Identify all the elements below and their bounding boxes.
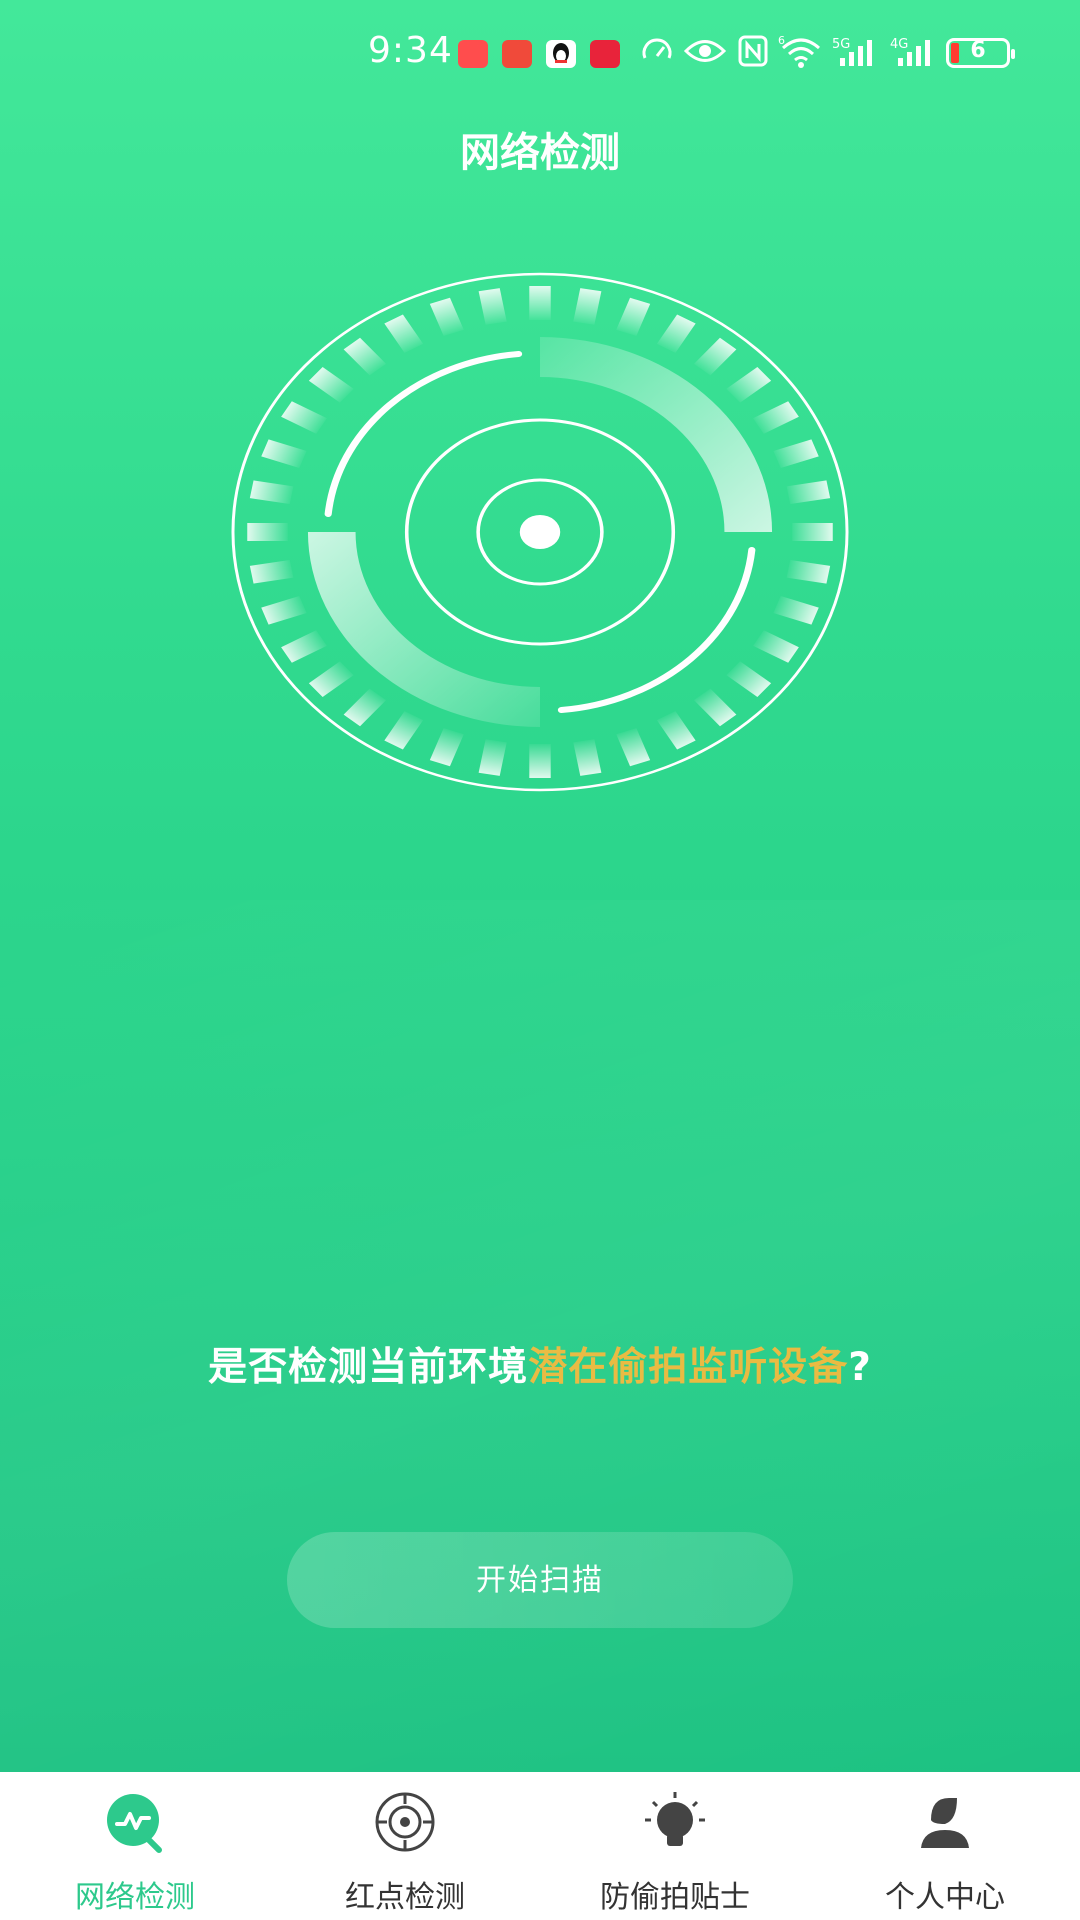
tick-segment xyxy=(773,596,819,625)
tick-segment xyxy=(726,661,772,698)
nfc-icon xyxy=(738,34,768,79)
signal-4g-label: 4G xyxy=(890,37,908,52)
bottom-nav: 网络检测 红点检测 防偷拍贴士 个人中心 xyxy=(0,1772,1080,1920)
tick-segment xyxy=(384,711,424,750)
tick-segment xyxy=(693,688,737,727)
red-envelope-icon xyxy=(502,40,532,68)
signal-5g-icon: 5G xyxy=(832,34,880,81)
tick-segment xyxy=(261,596,307,625)
wifi-icon: 6 xyxy=(778,34,824,81)
battery-level: 6 xyxy=(970,38,986,63)
tick-segment xyxy=(529,744,551,778)
tick-segment xyxy=(343,337,387,376)
tick-segment xyxy=(429,297,464,336)
crosshair-icon xyxy=(375,1792,435,1852)
tick-segment xyxy=(281,630,327,663)
tick-segment xyxy=(308,366,354,403)
user-icon xyxy=(921,1798,969,1848)
tick-segment xyxy=(656,711,696,750)
tick-segment xyxy=(726,366,772,403)
tick-segment xyxy=(773,439,819,468)
nav-item-personal-center[interactable]: 个人中心 xyxy=(810,1772,1080,1920)
nav-label: 网络检测 xyxy=(75,1880,195,1915)
video-app-icon xyxy=(590,40,620,68)
network-check-icon xyxy=(107,1794,162,1853)
prompt-prefix: 是否检测当前环境 xyxy=(208,1345,529,1390)
tick-segment xyxy=(656,314,696,353)
nav-label: 防偷拍贴士 xyxy=(600,1880,750,1915)
battery-icon: 6 xyxy=(946,38,1015,68)
scan-prompt: 是否检测当前环境潜在偷拍监听设备? xyxy=(0,1336,1080,1392)
tick-segment xyxy=(693,337,737,376)
scan-arc-lower xyxy=(307,532,540,727)
signal-5g-label: 5G xyxy=(832,37,850,52)
radar-scanner-graphic xyxy=(231,272,849,792)
tick-segment xyxy=(529,286,551,320)
tick-segment xyxy=(384,314,424,353)
eye-icon xyxy=(683,34,727,79)
notification-app-icon xyxy=(458,40,488,68)
tick-segment xyxy=(429,728,464,767)
nav-label: 红点检测 xyxy=(345,1880,465,1915)
speedometer-icon xyxy=(640,34,674,79)
tick-segment xyxy=(249,480,294,505)
page-title: 网络检测 xyxy=(460,130,620,176)
tick-segment xyxy=(616,728,651,767)
tick-segment xyxy=(343,688,387,727)
tick-segment xyxy=(247,523,288,541)
lightbulb-icon xyxy=(645,1792,705,1846)
status-time: 9:34 xyxy=(368,30,453,71)
start-scan-button[interactable]: 开始扫描 xyxy=(287,1532,793,1628)
tick-segment xyxy=(261,439,307,468)
thin-arc-upper xyxy=(324,351,523,517)
tick-segment xyxy=(281,401,327,434)
nav-item-network-check[interactable]: 网络检测 xyxy=(0,1772,270,1920)
tick-segment xyxy=(573,288,602,325)
tick-segment xyxy=(792,523,833,541)
tick-segment xyxy=(786,480,831,505)
tick-segment xyxy=(753,401,799,434)
tick-segment xyxy=(753,630,799,663)
nav-item-anti-spy-tips[interactable]: 防偷拍贴士 xyxy=(540,1772,810,1920)
tick-segment xyxy=(786,559,831,584)
thin-arc-lower xyxy=(557,547,756,713)
screen-background: 9:34 6 5G 4G 6 网络检测 是否检测当前环境潜在偷拍监听设备? 开始… xyxy=(0,0,1080,1772)
nav-label: 个人中心 xyxy=(885,1880,1005,1915)
tick-segment xyxy=(478,739,507,776)
prompt-highlight: 潜在偷拍监听设备 xyxy=(528,1345,849,1390)
tick-segment xyxy=(616,297,651,336)
center-dot xyxy=(519,515,561,549)
tick-segment xyxy=(249,559,294,584)
scan-arc-upper xyxy=(540,337,773,532)
nav-item-red-dot-check[interactable]: 红点检测 xyxy=(270,1772,540,1920)
tick-segment xyxy=(573,739,602,776)
prompt-suffix: ? xyxy=(848,1345,872,1390)
signal-4g-icon: 4G xyxy=(890,34,938,81)
wifi-sup: 6 xyxy=(778,34,785,47)
status-bar: 9:34 6 5G 4G 6 xyxy=(0,30,1080,78)
qq-icon xyxy=(546,40,576,68)
tick-segment xyxy=(308,661,354,698)
tick-segment xyxy=(478,288,507,325)
